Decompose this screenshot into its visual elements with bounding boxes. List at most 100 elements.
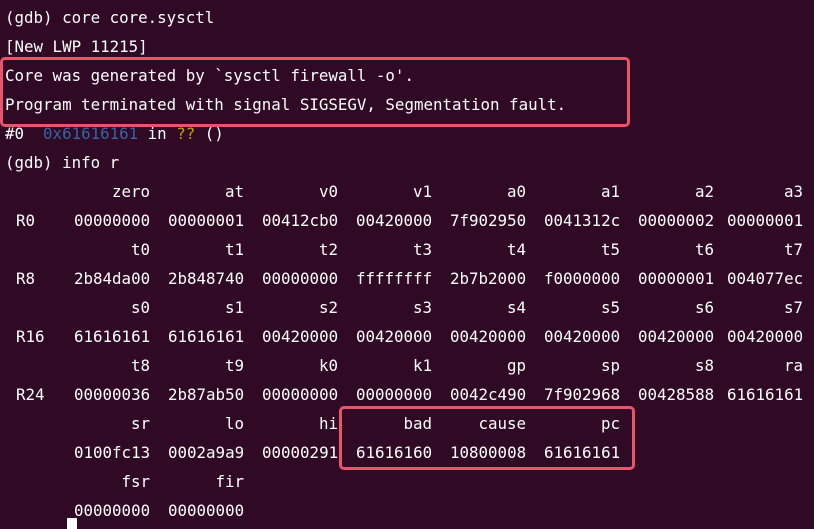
register-name: a0 — [507, 182, 527, 201]
register-value: 7f902968 — [544, 385, 621, 404]
register-value: 00428588 — [638, 385, 715, 404]
register-value: 61616161 — [168, 327, 245, 346]
new-lwp-line: [New LWP 11215] — [5, 37, 148, 56]
register-name: t1 — [225, 240, 245, 259]
register-name: gp — [507, 356, 527, 375]
register-name: t4 — [507, 240, 527, 259]
register-name-row: fsr fir — [0, 467, 814, 496]
register-value: 0041312c — [544, 211, 621, 230]
register-value-row: R24 00000036 2b87ab50 00000000 00000000 0042c… — [0, 380, 814, 409]
register-name: lo — [225, 414, 245, 433]
register-value: 00000000 — [262, 385, 339, 404]
register-value: 0100fc13 — [74, 443, 151, 462]
register-value: 00412cb0 — [262, 211, 339, 230]
register-value: 61616161 — [74, 327, 151, 346]
register-name-row: s0 s1 s2 s3 s4 s5 s6 s7 — [0, 293, 814, 322]
register-name: s7 — [784, 298, 804, 317]
register-name: sr — [131, 414, 151, 433]
register-value-row: 00000000 00000000 — [0, 496, 814, 525]
frame-in-word: in — [138, 124, 177, 143]
register-name: t0 — [131, 240, 151, 259]
register-value: 00420000 — [638, 327, 715, 346]
terminal-window[interactable]: (gdb) core core.sysctl [New LWP 11215] C… — [0, 0, 814, 529]
register-name-row: zero at v0 v1 a0 a1 a2 a3 — [0, 177, 814, 206]
register-name: v0 — [319, 182, 339, 201]
frame-address: 0x61616161 — [43, 124, 139, 143]
register-value-row: R8 2b84da00 2b848740 00000000 ffffffff 2b7b20… — [0, 264, 814, 293]
register-value: f0000000 — [544, 269, 621, 288]
register-row-label: R0 — [16, 211, 36, 230]
register-name: k0 — [319, 356, 339, 375]
register-name: hi — [319, 414, 339, 433]
terminal-cursor — [67, 518, 77, 529]
register-name: s3 — [413, 298, 433, 317]
register-name: a3 — [784, 182, 804, 201]
register-name: a1 — [601, 182, 621, 201]
register-name: a2 — [695, 182, 715, 201]
register-value: 00000036 — [74, 385, 151, 404]
backtrace-frame-line: #0 0x61616161 in ?? () — [5, 119, 224, 148]
register-value: 00000291 — [262, 443, 339, 462]
register-value: 00000000 — [262, 269, 339, 288]
register-value: 61616160 — [356, 443, 433, 462]
register-row-label: R16 — [16, 327, 45, 346]
register-value-row: R16 61616161 61616161 00420000 00420000 00420… — [0, 322, 814, 351]
register-name: t3 — [413, 240, 433, 259]
register-name: t9 — [225, 356, 245, 375]
frame-args: () — [195, 124, 224, 143]
register-name: s2 — [319, 298, 339, 317]
register-name: ra — [784, 356, 804, 375]
register-name: bad — [403, 414, 433, 433]
register-value: 00000000 — [74, 501, 151, 520]
register-value: 10800008 — [450, 443, 527, 462]
register-value-row: R0 00000000 00000001 00412cb0 00420000 7f9029… — [0, 206, 814, 235]
register-value: 2b87ab50 — [168, 385, 245, 404]
register-value: 00420000 — [450, 327, 527, 346]
frame-number: #0 — [5, 124, 44, 143]
register-value: 2b848740 — [168, 269, 245, 288]
register-name: fsr — [121, 472, 151, 491]
register-value: 00420000 — [356, 327, 433, 346]
register-name: t7 — [784, 240, 804, 259]
register-name: s0 — [131, 298, 151, 317]
register-value: 7f902950 — [450, 211, 527, 230]
register-value: 0002a9a9 — [168, 443, 245, 462]
register-value: 2b84da00 — [74, 269, 151, 288]
program-terminated-line: Program terminated with signal SIGSEGV, … — [5, 95, 567, 114]
register-name: s6 — [695, 298, 715, 317]
register-value: 00420000 — [356, 211, 433, 230]
register-name-row: sr lo hi bad cause pc — [0, 409, 814, 438]
register-value: 00000000 — [74, 211, 151, 230]
register-value-row: 0100fc13 0002a9a9 00000291 61616160 10800008… — [0, 438, 814, 467]
register-value: 00420000 — [544, 327, 621, 346]
register-value: 004077ec — [727, 269, 804, 288]
register-value: 00000002 — [638, 211, 715, 230]
register-value: 61616161 — [727, 385, 804, 404]
register-name: t6 — [695, 240, 715, 259]
register-value: 2b7b2000 — [450, 269, 527, 288]
register-name: sp — [601, 356, 621, 375]
register-name: zero — [112, 182, 151, 201]
register-name-row: t0 t1 t2 t3 t4 t5 t6 t7 — [0, 235, 814, 264]
frame-function: ?? — [176, 124, 196, 143]
register-name: cause — [478, 414, 527, 433]
register-name: s5 — [601, 298, 621, 317]
register-name: t5 — [601, 240, 621, 259]
register-name: v1 — [413, 182, 433, 201]
register-value: 00000001 — [638, 269, 715, 288]
register-value: 00000000 — [168, 501, 245, 520]
register-name: k1 — [413, 356, 433, 375]
gdb-command-core: (gdb) core core.sysctl — [5, 8, 215, 27]
register-value: 00000000 — [356, 385, 433, 404]
register-row-label: R8 — [16, 269, 36, 288]
register-name: s4 — [507, 298, 527, 317]
register-name-row: t8 t9 k0 k1 gp sp s8 ra — [0, 351, 814, 380]
register-value: 00420000 — [727, 327, 804, 346]
register-name: at — [225, 182, 245, 201]
gdb-command-info-registers: (gdb) info r — [5, 153, 120, 172]
register-value: 00420000 — [262, 327, 339, 346]
register-value: 0042c490 — [450, 385, 527, 404]
register-name: s1 — [225, 298, 245, 317]
register-value: ffffffff — [356, 269, 433, 288]
core-generated-line: Core was generated by `sysctl firewall -… — [5, 66, 414, 85]
